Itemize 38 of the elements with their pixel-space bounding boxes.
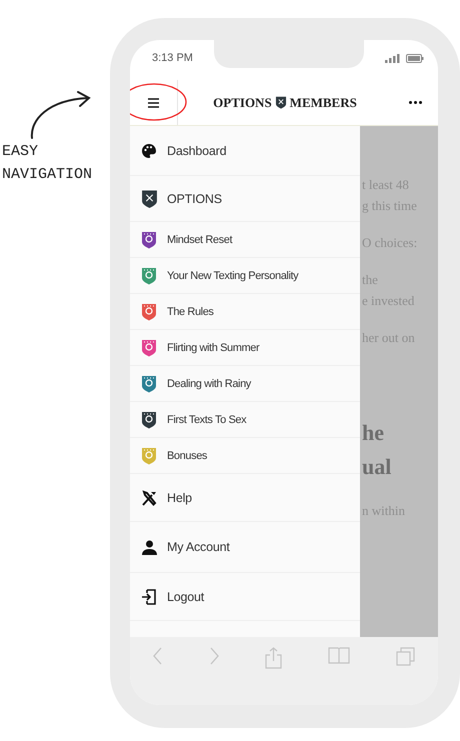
back-icon[interactable] (153, 647, 163, 665)
logout-icon (141, 588, 157, 604)
shield-icon (141, 302, 157, 320)
brand-name: MEMBERS (290, 94, 357, 110)
annotation-circle-drawing (130, 82, 188, 122)
battery-icon (406, 54, 424, 63)
shield-icon (141, 446, 157, 464)
user-icon (142, 540, 156, 554)
shield-icon (141, 338, 157, 356)
menu-item[interactable]: First Texts To Sex (130, 402, 360, 438)
annotation-text: NAVIGATION (2, 165, 92, 185)
menu-item[interactable]: The Rules (130, 294, 360, 330)
palette-icon (141, 142, 157, 158)
page-heading: he (362, 419, 385, 447)
menu-item[interactable]: Mindset Reset (130, 222, 360, 258)
menu-item[interactable]: OPTIONS (130, 176, 360, 222)
tools-icon (140, 490, 158, 506)
annotation-text: EASY (2, 142, 38, 162)
shield-icon (141, 410, 157, 428)
shield-icon (141, 374, 157, 392)
crest-icon (274, 96, 287, 109)
menu-item[interactable]: Your New Texting Personality (130, 258, 360, 294)
signal-icon (385, 54, 400, 63)
forward-icon[interactable] (209, 647, 219, 665)
book-icon[interactable] (328, 647, 350, 664)
shield-icon (141, 230, 157, 248)
more-icon (408, 101, 422, 104)
shield-icon (140, 188, 158, 208)
menu-item[interactable]: Dealing with Rainy (130, 366, 360, 402)
menu-item[interactable]: Bonuses (130, 438, 360, 474)
menu-item[interactable]: Flirting with Summer (130, 330, 360, 366)
shield-icon (141, 266, 157, 284)
status-time: 3:13 PM (152, 52, 193, 64)
share-icon[interactable] (265, 647, 282, 669)
page-heading: ual (362, 453, 392, 481)
menu-icon (148, 98, 159, 108)
tabs-icon[interactable] (396, 647, 415, 666)
brand-name: OPTIONS (213, 94, 272, 110)
